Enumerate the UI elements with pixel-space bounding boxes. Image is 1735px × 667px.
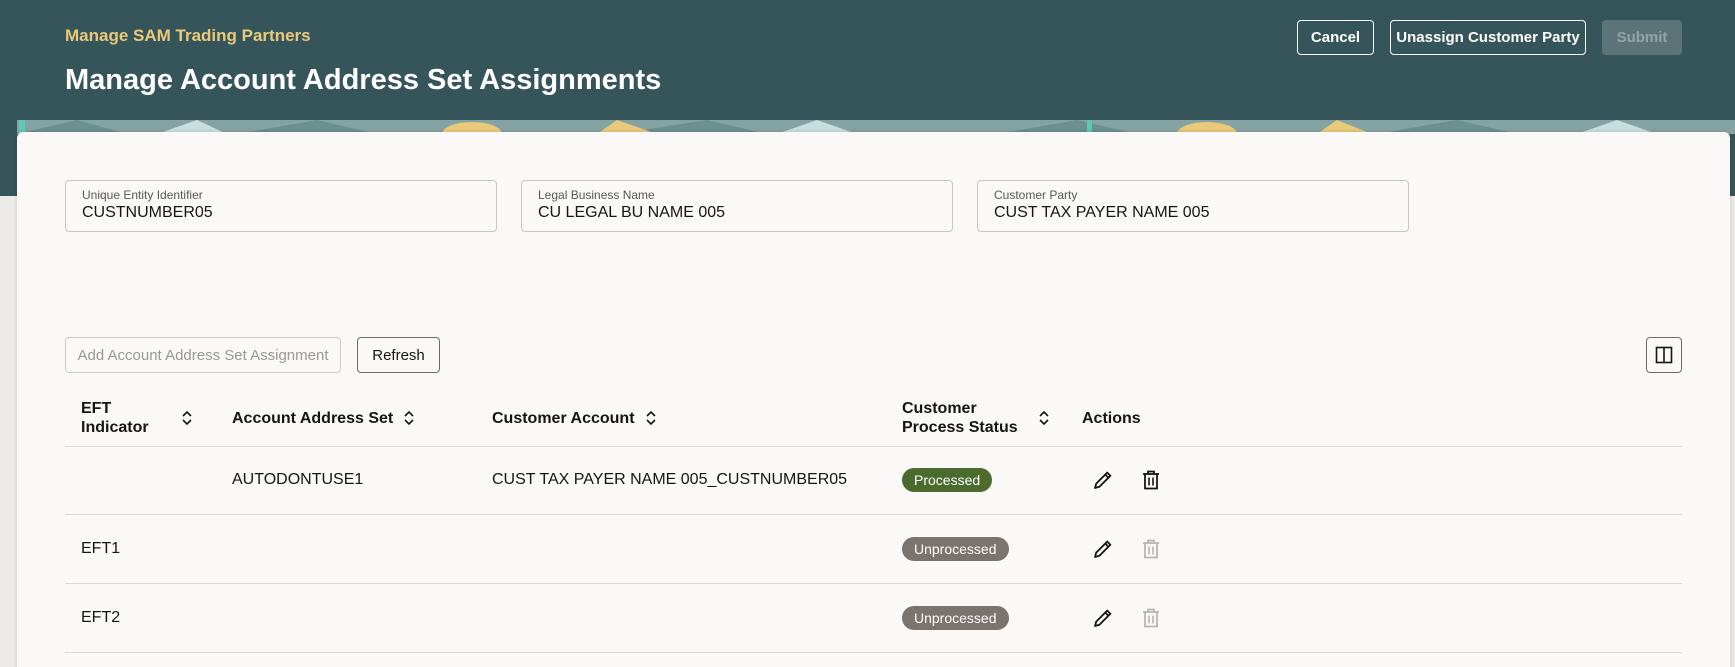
submit-button[interactable]: Submit — [1602, 20, 1682, 55]
edit-button[interactable] — [1089, 466, 1117, 494]
legal-business-name-field[interactable]: Legal Business Name CU LEGAL BU NAME 005 — [521, 180, 953, 232]
cell-eft: EFT1 — [81, 540, 121, 557]
field-value: CUST TAX PAYER NAME 005 — [994, 204, 1210, 221]
column-header-label: Account Address Set — [232, 409, 394, 427]
sort-icon[interactable] — [1038, 410, 1050, 426]
row-divider — [65, 446, 1682, 447]
status-badge: Unprocessed — [902, 606, 1009, 630]
delete-button[interactable] — [1137, 466, 1165, 494]
column-header-label: EFT Indicator — [81, 400, 149, 436]
sort-icon[interactable] — [645, 410, 657, 426]
field-label: Customer Party — [994, 188, 1078, 202]
field-label: Unique Entity Identifier — [82, 188, 203, 202]
pencil-icon — [1094, 471, 1112, 489]
field-label: Legal Business Name — [538, 188, 655, 202]
column-header-label: Actions — [1082, 409, 1141, 427]
trash-icon — [1143, 608, 1159, 628]
add-account-address-set-assignment-button[interactable]: Add Account Address Set Assignment — [65, 337, 341, 373]
unassign-customer-party-button[interactable]: Unassign Customer Party — [1390, 20, 1586, 55]
sort-icon[interactable] — [403, 410, 415, 426]
row-divider — [65, 583, 1682, 584]
status-badge: Processed — [902, 468, 993, 492]
column-header-eft-indicator[interactable]: EFT Indicator — [81, 398, 201, 438]
status-badge: Unprocessed — [902, 537, 1009, 561]
edit-button[interactable] — [1089, 535, 1117, 563]
breadcrumb[interactable]: Manage SAM Trading Partners — [65, 26, 311, 46]
cell-eft: EFT2 — [81, 609, 121, 626]
trash-icon — [1143, 539, 1159, 559]
trash-icon — [1143, 470, 1159, 490]
cancel-button[interactable]: Cancel — [1297, 20, 1374, 55]
delete-button-disabled — [1137, 535, 1165, 563]
refresh-button[interactable]: Refresh — [357, 337, 440, 373]
delete-button-disabled — [1137, 604, 1165, 632]
customer-party-field[interactable]: Customer Party CUST TAX PAYER NAME 005 — [977, 180, 1409, 232]
columns-icon — [1655, 346, 1673, 364]
column-header-label: Customer Process Status — [902, 400, 1018, 436]
row-divider — [65, 652, 1682, 653]
column-header-customer-process-status[interactable]: Customer Process Status — [902, 398, 1050, 438]
column-header-actions: Actions — [1082, 398, 1141, 438]
columns-button[interactable] — [1646, 337, 1682, 373]
field-value: CUSTNUMBER05 — [82, 204, 213, 221]
unique-entity-identifier-field[interactable]: Unique Entity Identifier CUSTNUMBER05 — [65, 180, 497, 232]
pencil-icon — [1094, 540, 1112, 558]
column-header-label: Customer Account — [492, 409, 635, 427]
edit-button[interactable] — [1089, 604, 1117, 632]
sort-icon[interactable] — [181, 410, 193, 426]
pencil-icon — [1094, 609, 1112, 627]
page-title: Manage Account Address Set Assignments — [65, 64, 662, 96]
cell-customer-account: CUST TAX PAYER NAME 005_CUSTNUMBER05 — [492, 471, 848, 488]
cell-account-address-set: AUTODONTUSE1 — [232, 471, 364, 488]
column-header-account-address-set[interactable]: Account Address Set — [232, 398, 415, 438]
row-divider — [65, 514, 1682, 515]
field-value: CU LEGAL BU NAME 005 — [538, 204, 726, 221]
column-header-customer-account[interactable]: Customer Account — [492, 398, 657, 438]
